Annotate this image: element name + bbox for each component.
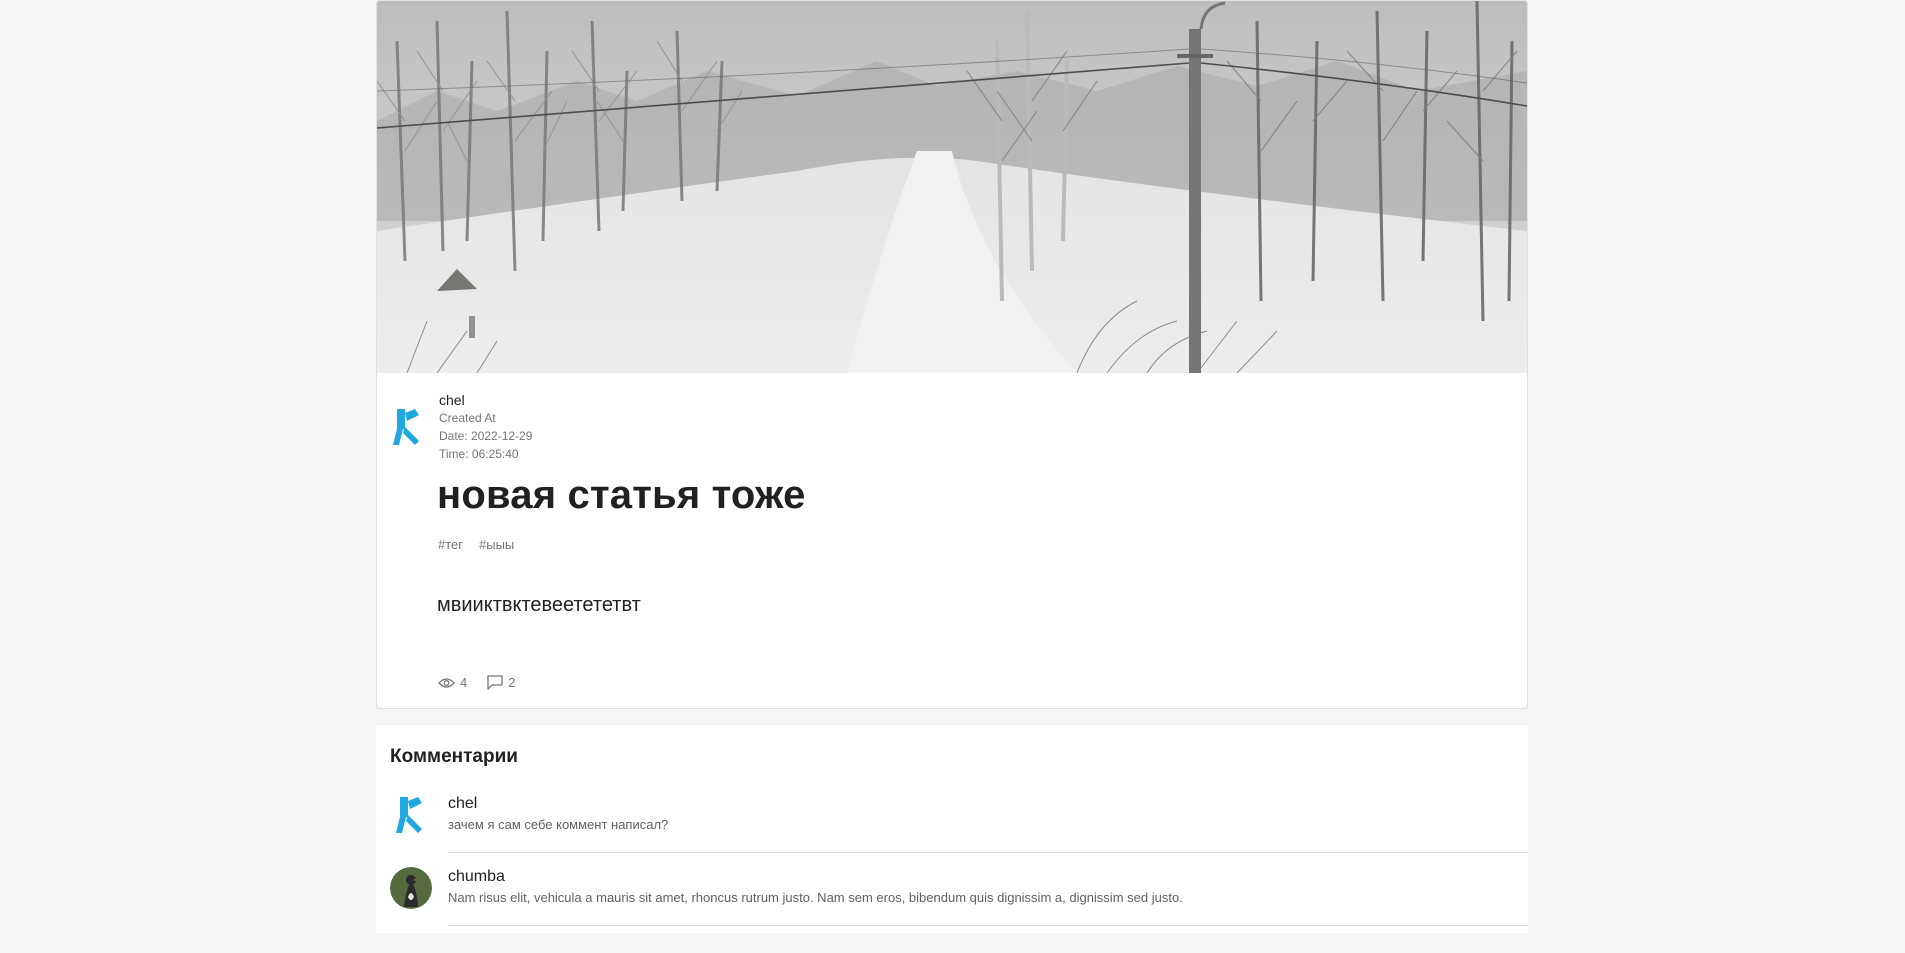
brand-logo-icon <box>396 797 422 833</box>
post-card: chel Created At Date: 2022-12-29 Time: 0… <box>376 0 1528 709</box>
comments-count: 2 <box>508 675 516 690</box>
comment-author[interactable]: chel <box>448 794 477 814</box>
created-label: Created At <box>439 411 496 425</box>
comment-text: зачем я сам себе коммент написал? <box>448 817 669 832</box>
created-time: Time: 06:25:40 <box>439 447 519 461</box>
post-cover-image <box>377 1 1527 373</box>
post-author-row: chel Created At Date: 2022-12-29 Time: 0… <box>391 391 532 463</box>
post-tags: #тег #ыыы <box>438 537 514 552</box>
author-meta: chel Created At Date: 2022-12-29 Time: 0… <box>439 391 532 463</box>
brand-logo-icon <box>393 409 419 445</box>
post-stats: 4 2 <box>438 675 515 690</box>
comments-title: Комментарии <box>390 746 518 767</box>
comments-stat[interactable]: 2 <box>487 675 515 690</box>
comment-author[interactable]: chumba <box>448 867 505 887</box>
bird-avatar-icon <box>390 867 432 909</box>
comment-text: Nam risus elit, vehicula a mauris sit am… <box>448 890 1183 905</box>
comment-divider <box>448 852 1528 853</box>
author-name[interactable]: chel <box>439 391 532 409</box>
comments-card: Комментарии chel зачем я сам себе коммен… <box>376 725 1528 933</box>
views-stat: 4 <box>438 675 467 690</box>
comment-icon <box>487 675 503 690</box>
page: chel Created At Date: 2022-12-29 Time: 0… <box>0 0 1905 953</box>
tag-link[interactable]: #ыыы <box>479 537 514 552</box>
comment-avatar[interactable] <box>390 867 432 909</box>
author-avatar[interactable] <box>391 405 425 449</box>
comment-divider <box>448 925 1528 926</box>
comment-avatar[interactable] <box>390 794 432 836</box>
eye-icon <box>438 677 455 688</box>
views-count: 4 <box>460 675 468 690</box>
post-title: новая статья тоже <box>437 473 806 517</box>
tag-link[interactable]: #тег <box>438 537 463 552</box>
post-body: мвииктвктевеетететвт <box>437 594 641 616</box>
created-date: Date: 2022-12-29 <box>439 429 533 443</box>
